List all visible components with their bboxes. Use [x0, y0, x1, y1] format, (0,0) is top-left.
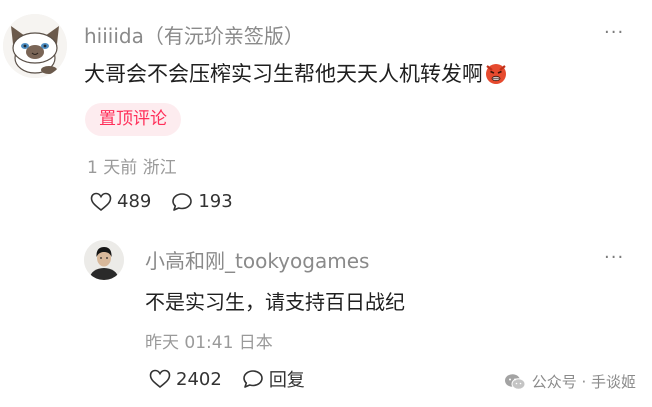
user-avatar-cat[interactable] — [3, 14, 67, 78]
comment-time-location: 1 天前 浙江 — [87, 158, 177, 178]
author-name[interactable]: hiiiida — [84, 24, 144, 48]
reply-button[interactable]: 回复 — [242, 366, 305, 392]
pinned-comment-badge: 置顶评论 — [85, 103, 181, 136]
watermark-text: 公众号 · 手谈姬 — [531, 373, 636, 391]
comment-author[interactable]: hiiiida（有沅玠亲签版） — [84, 20, 304, 49]
reply-author-name[interactable]: 小高和刚_tookyogames — [145, 245, 369, 274]
reply-like-count: 2402 — [176, 368, 222, 390]
comment-body: 大哥会不会压榨实习生帮他天天人机转发啊 — [84, 58, 508, 88]
reply-avatar[interactable] — [84, 240, 124, 280]
reply-button-label: 回复 — [268, 370, 305, 391]
reply-actions: 2402 回复 — [149, 366, 305, 392]
reply-text: 不是实习生，请支持百日战纪 — [145, 290, 405, 314]
wechat-icon — [504, 373, 526, 390]
reply-count-button[interactable]: 193 — [171, 191, 233, 212]
heart-icon — [149, 369, 171, 389]
author-note: （有沅玠亲签版） — [143, 24, 304, 48]
comment-text: 大哥会不会压榨实习生帮他天天人机转发啊 — [84, 62, 483, 86]
comment-actions: 489 193 — [90, 191, 233, 212]
watermark: 公众号 · 手谈姬 — [504, 371, 636, 392]
reply-like-button[interactable]: 2402 — [149, 369, 222, 390]
chat-bubble-icon — [243, 370, 263, 388]
reply-more-button[interactable]: ··· — [604, 247, 624, 268]
person-avatar-icon — [84, 240, 124, 280]
angry-face-icon — [486, 64, 506, 84]
reply-count: 193 — [198, 191, 233, 212]
like-count: 489 — [117, 191, 152, 212]
cat-avatar-icon — [3, 14, 67, 78]
chat-bubble-icon — [172, 192, 193, 211]
comment-more-button[interactable]: ··· — [604, 22, 624, 43]
heart-icon — [90, 192, 112, 211]
reply-time-location: 昨天 01:41 日本 — [145, 333, 273, 353]
like-button[interactable]: 489 — [90, 191, 151, 212]
